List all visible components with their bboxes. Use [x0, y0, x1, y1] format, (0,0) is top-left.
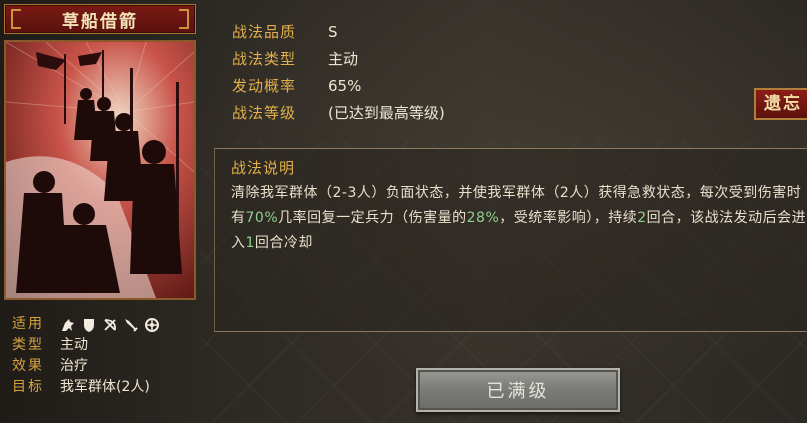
stat-row-type: 战法类型 主动 — [232, 45, 445, 72]
attr-value: 治疗 — [60, 358, 88, 374]
siege-icon — [144, 317, 160, 333]
attr-key: 类型 — [12, 337, 44, 353]
attr-key: 目标 — [12, 379, 44, 395]
attr-key: 适用 — [12, 316, 44, 332]
tactic-stats: 战法品质 S 战法类型 主动 发动概率 65% 战法等级 (已达到最高等级) — [232, 18, 445, 126]
desc-segment: 回合冷却 — [254, 235, 313, 251]
stat-key: 战法品质 — [232, 23, 297, 41]
spear-icon — [123, 317, 139, 333]
cavalry-icon — [60, 317, 76, 333]
tactic-name-banner: 草船借箭 — [4, 4, 196, 34]
stat-value: (已达到最高等级) — [328, 104, 445, 122]
desc-highlight: 70% — [245, 210, 279, 226]
stat-row-quality: 战法品质 S — [232, 18, 445, 45]
applicable-troops — [60, 317, 160, 333]
stat-key: 战法等级 — [232, 104, 297, 122]
card-illustration — [6, 42, 194, 298]
max-level-button[interactable]: 已满级 — [416, 368, 620, 412]
tactic-attributes: 适用 类型 主动 效果 治疗 目标 我军群体(2人) — [12, 314, 202, 398]
stat-row-probability: 发动概率 65% — [232, 72, 445, 99]
description-panel: 战法说明 清除我军群体（2-3人）负面状态，并使我军群体（2人）获得急救状态，每… — [214, 148, 807, 332]
attr-key: 效果 — [12, 358, 44, 374]
tactic-name: 草船借箭 — [62, 11, 138, 32]
stat-key: 发动概率 — [232, 77, 297, 95]
desc-highlight: 1 — [245, 235, 255, 251]
stat-key: 战法类型 — [232, 50, 297, 68]
attr-row-target: 目标 我军群体(2人) — [12, 377, 202, 398]
tactic-card-art — [4, 40, 196, 300]
shield-icon — [81, 317, 97, 333]
archer-icon — [102, 317, 118, 333]
description-text: 清除我军群体（2-3人）负面状态，并使我军群体（2人）获得急救状态，每次受到伤害… — [231, 181, 807, 256]
stat-value: 主动 — [328, 50, 359, 68]
desc-highlight: 2 — [637, 210, 647, 226]
attr-row-effect: 效果 治疗 — [12, 356, 202, 377]
desc-segment: ，受统率影响），持续 — [499, 210, 638, 226]
desc-segment: 几率回复一定兵力（伤害量的 — [278, 210, 467, 226]
attr-value: 主动 — [60, 337, 88, 353]
stat-value: S — [328, 22, 338, 41]
desc-highlight: 28% — [466, 210, 500, 226]
description-title: 战法说明 — [231, 159, 296, 177]
attr-value: 我军群体(2人) — [60, 379, 150, 395]
forget-tactic-button[interactable]: 遗忘 — [754, 88, 807, 120]
attr-row-applicable: 适用 — [12, 314, 202, 335]
stat-value: 65% — [328, 76, 362, 95]
attr-row-type: 类型 主动 — [12, 335, 202, 356]
stat-row-level: 战法等级 (已达到最高等级) — [232, 99, 445, 126]
